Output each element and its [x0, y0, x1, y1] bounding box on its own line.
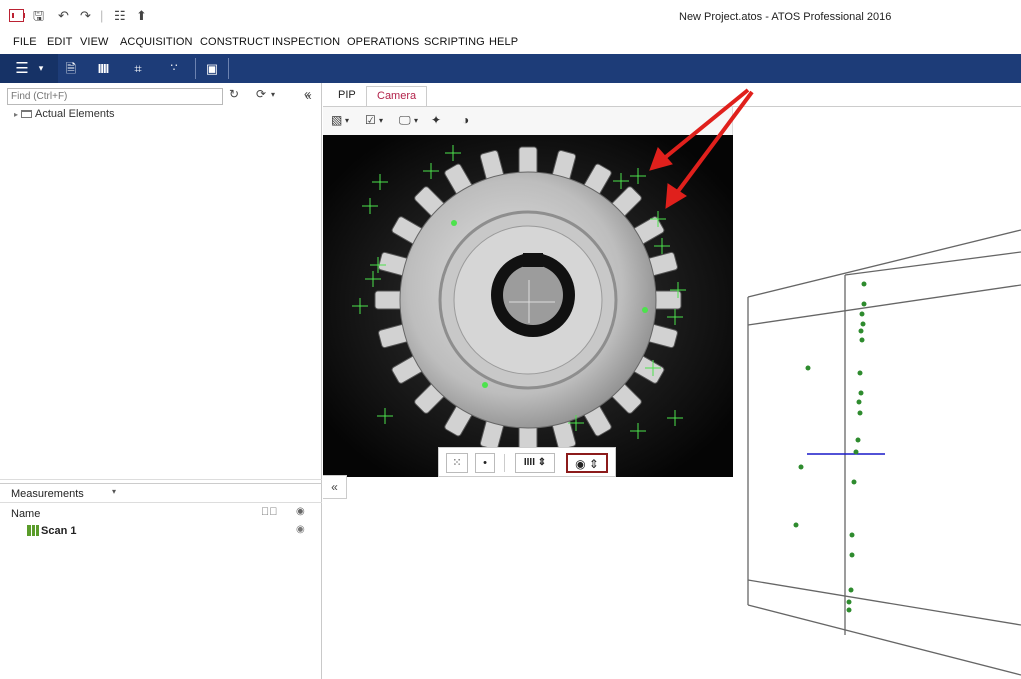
check-circle-icon[interactable]: ✓⃝ — [261, 506, 278, 518]
tree-item-label: Actual Elements — [35, 108, 115, 120]
chevron-down-icon[interactable]: ▾ — [35, 59, 47, 78]
measurements-title[interactable]: Measurements — [11, 488, 84, 500]
gear-camera-image — [323, 135, 733, 477]
gear-shape — [374, 146, 682, 454]
camera-image[interactable]: ⁙ • IIII ⇕ ◉ ⇕ — [323, 135, 733, 477]
menu-bar: FILE EDIT VIEW ACQUISITION CONSTRUCT INS… — [0, 32, 1021, 54]
title-bar: 🖫 ↶ ↷ | ☷ ⬆ New Project.atos - ATOS Prof… — [0, 0, 1021, 32]
main-toolbar: ☰ ▾ 🗎 IIII ⌗ ∵ ▣ — [0, 54, 1021, 83]
grid-dots-icon[interactable]: ⁙ — [446, 453, 468, 473]
checker-icon[interactable]: ▣ — [203, 59, 221, 78]
toolbar-separator — [195, 58, 196, 79]
undo-icon[interactable]: ↶ — [58, 9, 69, 23]
menu-operations[interactable]: OPERATIONS — [347, 36, 419, 48]
atos-app-icon — [9, 9, 25, 22]
points-icon[interactable]: ∵ — [165, 59, 183, 78]
column-name[interactable]: Name — [11, 508, 40, 520]
hamburger-icon[interactable]: ☰ — [13, 59, 31, 78]
expand-arrow-icon[interactable]: ▸ — [14, 110, 18, 119]
single-dot-icon[interactable]: • — [475, 453, 495, 473]
separator: | — [100, 8, 104, 23]
reload-dropdown-icon[interactable]: ⟳ — [256, 87, 266, 101]
add-element-icon[interactable]: 🗎 — [62, 59, 80, 78]
menu-construct[interactable]: CONSTRUCT — [200, 36, 270, 48]
tree-item-actual-elements[interactable]: ▸ Actual Elements — [14, 108, 115, 120]
checkbox-icon[interactable]: ☑ — [365, 113, 376, 127]
menu-scripting[interactable]: SCRIPTING — [424, 36, 485, 48]
search-input[interactable] — [7, 88, 223, 105]
visibility-eye-icon[interactable]: ◉ — [296, 524, 305, 535]
camera-toolbar: ▧ ▾ ☑ ▾ 🖵 ▾ ✦ ◑ — [323, 107, 733, 135]
measurements-header: Measurements ▾ — [0, 483, 322, 503]
tab-pip[interactable]: PIP — [328, 86, 366, 107]
folder-icon — [21, 110, 33, 118]
explorer-panel: ↻ ⟳ ▾ « ▸Actual Elements Measurements ▾ … — [0, 83, 322, 679]
network-icon[interactable]: ☷ — [114, 9, 126, 23]
stripes-stepper[interactable]: IIII ⇕ — [515, 453, 555, 473]
chevron-down-icon[interactable]: ▾ — [379, 116, 383, 125]
eye-icon[interactable]: ◉ — [296, 506, 305, 517]
main-view-area: « PIP Camera ▧ ▾ ☑ ▾ 🖵 ▾ ✦ ◑ ⁙ • IIII ⇕ … — [305, 83, 1021, 679]
window-title: New Project.atos - ATOS Professional 201… — [679, 11, 892, 23]
save-icon[interactable]: 🖫 — [33, 9, 44, 23]
scan-icon — [27, 525, 39, 536]
menu-inspection[interactable]: INSPECTION — [272, 36, 340, 48]
chevron-down-icon[interactable]: ▾ — [414, 116, 418, 125]
menu-file[interactable]: FILE — [13, 36, 37, 48]
camera-overlay-toolbar: ⁙ • IIII ⇕ ◉ ⇕ — [438, 447, 616, 477]
layout-icon[interactable]: ▧ — [331, 113, 342, 127]
overlay-separator — [504, 454, 505, 472]
collapse-left-icon[interactable]: « — [305, 89, 312, 103]
chevron-down-icon[interactable]: ▾ — [271, 90, 275, 99]
redo-icon[interactable]: ↷ — [80, 9, 91, 23]
menu-view[interactable]: VIEW — [80, 36, 109, 48]
camera-switch-icon[interactable]: ◑ — [462, 113, 469, 127]
chevron-down-icon[interactable]: ▾ — [345, 116, 349, 125]
chevron-down-icon[interactable]: ▾ — [112, 487, 116, 496]
ring-stepper[interactable]: ◉ ⇕ — [566, 453, 608, 473]
toolbar-separator — [228, 58, 229, 79]
scan-name: Scan 1 — [41, 525, 77, 537]
collapse-bottom-panel-icon[interactable]: « — [323, 475, 347, 499]
table-row[interactable]: Scan 1 ◉ — [0, 524, 322, 540]
refresh-icon[interactable]: ↻ — [229, 87, 239, 101]
tab-camera[interactable]: Camera — [366, 86, 428, 107]
menu-edit[interactable]: EDIT — [47, 36, 72, 48]
adjust-icon[interactable]: ✦ — [431, 113, 441, 127]
measurements-column-header: Name ✓⃝ ◉ — [0, 506, 322, 522]
bars-icon[interactable]: IIII — [94, 59, 112, 78]
menu-acquisition[interactable]: ACQUISITION — [120, 36, 193, 48]
export-icon[interactable]: ⬆ — [136, 9, 147, 23]
monitor-icon[interactable]: 🖵 — [399, 113, 411, 128]
menu-help[interactable]: HELP — [489, 36, 518, 48]
crop-icon[interactable]: ⌗ — [129, 59, 147, 78]
